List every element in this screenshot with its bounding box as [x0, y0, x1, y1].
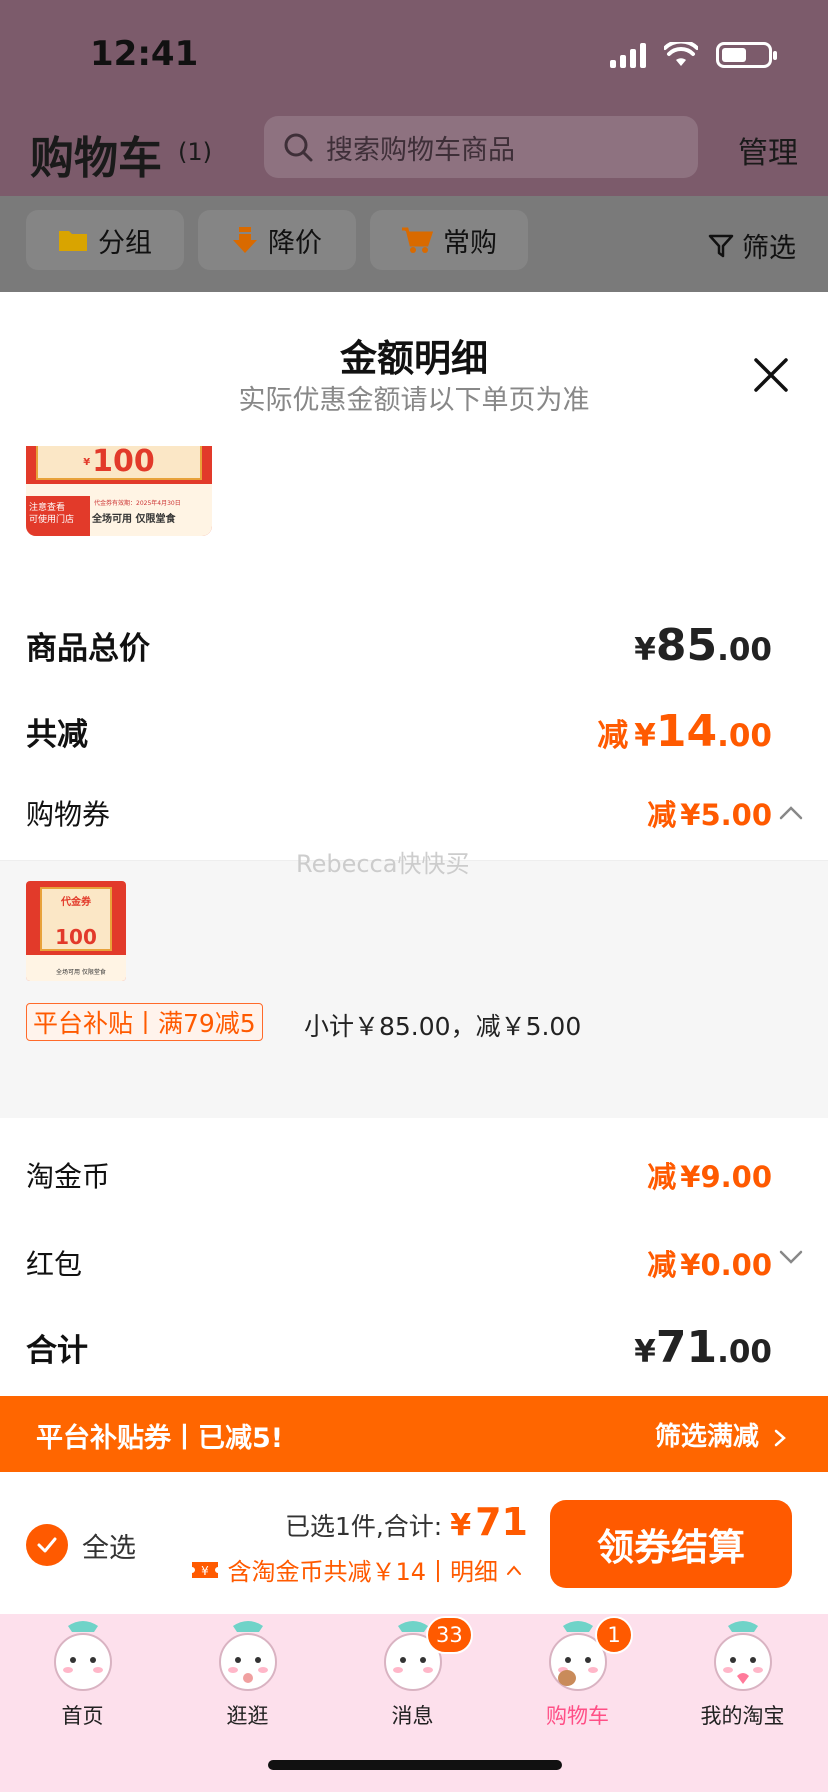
- checkout-total: 已选1件,合计: ¥ 71: [285, 1500, 528, 1544]
- checkout-button[interactable]: 领券结算: [550, 1500, 792, 1588]
- shopping-coupon-label: 购物券: [26, 798, 111, 831]
- select-all-label: 全选: [82, 1532, 136, 1564]
- red-packet-row[interactable]: 红包 减 ¥0.00: [26, 1242, 772, 1284]
- status-time: 12:41: [90, 34, 199, 74]
- coupon-slogan: 全场可用 仅限堂食: [92, 514, 176, 525]
- frequent-chip[interactable]: 常购: [370, 210, 528, 270]
- svg-text:¥: ¥: [202, 1564, 210, 1578]
- sheet-subtitle: 实际优惠金额请以下单页为准: [238, 385, 590, 416]
- tab-my-taobao-label: 我的淘宝: [700, 1704, 785, 1728]
- filter-label: 筛选: [742, 233, 796, 264]
- coupon-thumb-slogan: 全场可用 仅限堂食: [56, 969, 106, 976]
- sheet-title: 金额明细: [340, 337, 488, 380]
- home-mascot-icon: [53, 1621, 112, 1691]
- total-discount-value: 减 ¥14.00: [597, 706, 772, 757]
- tab-my-taobao[interactable]: 我的淘宝: [660, 1614, 825, 1740]
- cart-icon: [402, 227, 433, 253]
- coupon-thumbnail: 代金券 100 全场可用 仅限堂食: [26, 881, 126, 981]
- taojinbi-value: 减 ¥9.00: [647, 1160, 772, 1194]
- checkout-total-amount: 71: [475, 1500, 528, 1544]
- goods-total-value: ¥85.00: [634, 620, 772, 671]
- search-input[interactable]: 搜索购物车商品: [264, 116, 698, 178]
- group-chip-label: 分组: [98, 227, 152, 259]
- checkout-bar: 全选 已选1件,合计: ¥ 71 ¥ 含淘金币共减￥14丨明细 领券结算: [0, 1472, 828, 1614]
- coupon-validity: 代金券有效期：2025年4月30日: [94, 500, 181, 507]
- cart-badge: 1: [595, 1616, 633, 1654]
- goods-total-label: 商品总价: [26, 631, 150, 667]
- total-discount-label: 共减: [26, 717, 88, 753]
- page-title: 购物车: [30, 133, 162, 184]
- coupon-thumb-value: 100: [55, 925, 97, 949]
- coupon-note-2: 可使用门店: [29, 515, 75, 525]
- wifi-icon: [664, 42, 698, 66]
- watermark: Rebecca快快买: [296, 850, 470, 878]
- tab-discover-label: 逛逛: [226, 1704, 269, 1728]
- discover-mascot-icon: [218, 1621, 277, 1691]
- grand-total-value: ¥71.00: [634, 1322, 772, 1373]
- price-drop-label: 降价: [268, 227, 322, 259]
- cart-header: 购物车 (1) 搜索购物车商品 管理: [0, 110, 828, 196]
- check-icon: [26, 1524, 68, 1566]
- subtotal-text: 小计￥85.00，减￥5.00: [304, 1012, 582, 1041]
- coupon-thumb-title: 代金券: [61, 897, 91, 908]
- tab-messages[interactable]: 33 消息: [330, 1614, 495, 1740]
- filter-discount-link[interactable]: 筛选满减: [655, 1416, 788, 1453]
- search-placeholder: 搜索购物车商品: [326, 134, 515, 166]
- tab-messages-label: 消息: [391, 1704, 434, 1728]
- messages-badge: 33: [426, 1616, 473, 1654]
- tab-cart[interactable]: 1 购物车: [495, 1614, 660, 1740]
- battery-icon: [716, 42, 777, 68]
- search-icon: [284, 133, 313, 162]
- coupon-note-1: 注意查看: [29, 503, 66, 513]
- tab-discover[interactable]: 逛逛: [165, 1614, 330, 1740]
- status-bar: 12:41: [0, 0, 828, 110]
- total-discount-row: 共减 减 ¥14.00: [26, 706, 772, 757]
- folder-icon: [59, 231, 87, 251]
- close-icon[interactable]: [750, 354, 792, 396]
- filter-bar: 分组 降价 常购 筛选: [0, 196, 828, 292]
- banner-text: 平台补贴券丨已减5!: [36, 1423, 284, 1454]
- signal-icon: [610, 42, 646, 68]
- chevron-right-icon: [774, 1429, 786, 1446]
- discount-detail-text: 含淘金币共减￥14丨明细: [227, 1558, 498, 1586]
- shopping-coupon-row[interactable]: 购物券 减 ¥5.00: [26, 792, 772, 834]
- amount-detail-sheet: 金额明细 实际优惠金额请以下单页为准 ¥ 100 注意查看 可使用门店 代金券有…: [0, 292, 828, 1472]
- chevron-up-icon[interactable]: [776, 798, 806, 828]
- subsidy-banner[interactable]: 平台补贴券丨已减5! 筛选满减: [0, 1396, 828, 1472]
- home-indicator: [268, 1760, 562, 1770]
- cart-count: (1): [178, 138, 212, 166]
- coupon-image-top: ¥ 100 注意查看 可使用门店 代金券有效期：2025年4月30日 全场可用 …: [26, 446, 212, 536]
- grand-total-label: 合计: [26, 1333, 88, 1369]
- red-packet-value: 减 ¥0.00: [647, 1248, 772, 1282]
- price-drop-chip[interactable]: 降价: [198, 210, 356, 270]
- group-chip[interactable]: 分组: [26, 210, 184, 270]
- shopping-coupon-value: 减 ¥5.00: [647, 798, 772, 832]
- frequent-label: 常购: [443, 227, 497, 259]
- selected-count-text: 已选1件,合计:: [284, 1512, 443, 1541]
- arrow-down-icon: [233, 227, 257, 253]
- red-packet-label: 红包: [26, 1248, 83, 1281]
- chevron-up-small-icon: [507, 1564, 521, 1575]
- tab-cart-label: 购物车: [546, 1704, 609, 1728]
- subsidy-tag: 平台补贴丨满79减5: [26, 1003, 263, 1041]
- discount-detail-link[interactable]: ¥ 含淘金币共减￥14丨明细: [191, 1552, 522, 1587]
- my-taobao-mascot-icon: [713, 1621, 772, 1691]
- filter-icon: [708, 234, 734, 257]
- taojinbi-row: 淘金币 减 ¥9.00: [26, 1154, 772, 1196]
- tab-home-label: 首页: [61, 1704, 104, 1728]
- chevron-down-icon[interactable]: [776, 1242, 806, 1272]
- ticket-icon: ¥: [192, 1561, 219, 1578]
- manage-button[interactable]: 管理: [738, 128, 798, 172]
- grand-total-row: 合计 ¥71.00: [26, 1322, 772, 1373]
- filter-button[interactable]: 筛选: [708, 226, 796, 265]
- checkout-currency: ¥: [450, 1508, 472, 1543]
- coupon-value: 100: [92, 446, 155, 479]
- coupon-detail-panel: 代金券 100 全场可用 仅限堂食 平台补贴丨满79减5 小计￥85.00，减￥…: [0, 860, 828, 1118]
- goods-total-row: 商品总价 ¥85.00: [26, 620, 772, 671]
- select-all-checkbox[interactable]: 全选: [26, 1524, 136, 1566]
- taojinbi-label: 淘金币: [26, 1160, 111, 1193]
- tab-home[interactable]: 首页: [0, 1614, 165, 1740]
- status-icons: [610, 40, 777, 70]
